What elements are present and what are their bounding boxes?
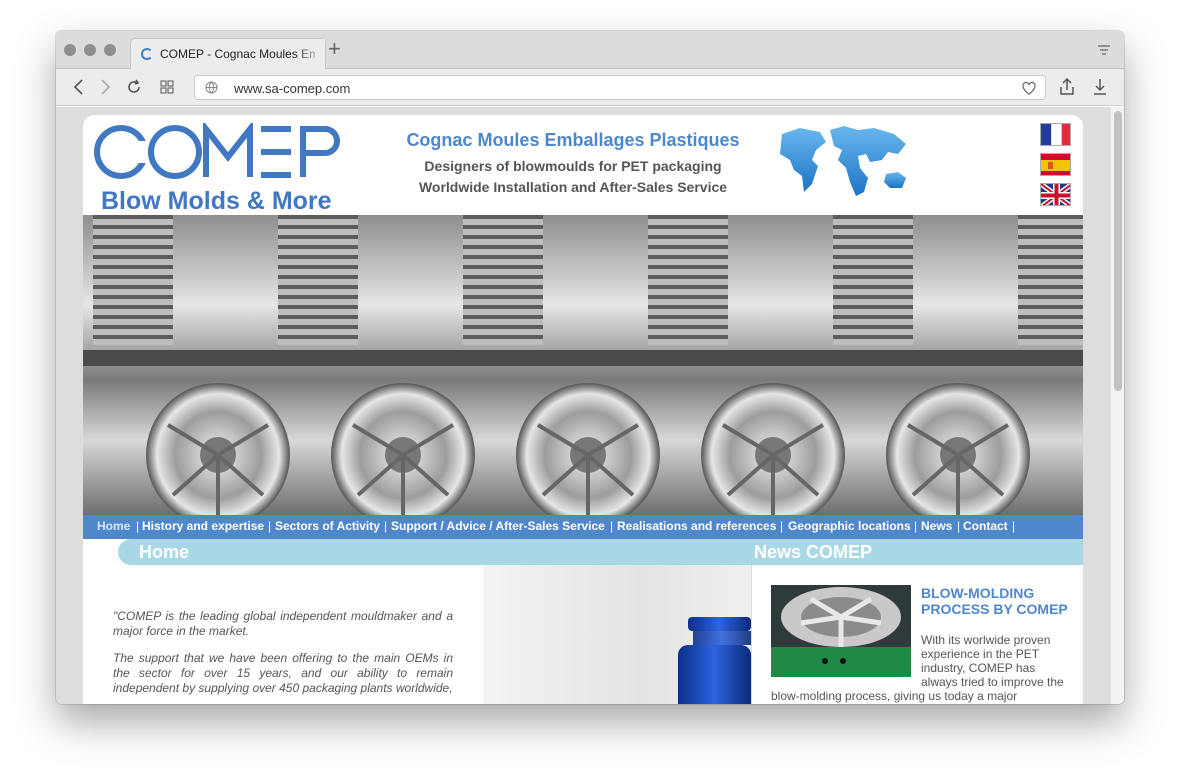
nav-sectors[interactable]: Sectors of Activity: [275, 519, 380, 533]
tab-grid-button[interactable]: [156, 76, 178, 98]
site-title: Cognac Moules Emballages Plastiques: [406, 130, 740, 150]
globe-icon: [205, 81, 218, 94]
news-panel: BLOW-MOLDING PROCESS BY COMEP With its w…: [751, 565, 1083, 704]
tab-title: COMEP - Cognac Moules Emballages Plastiq…: [160, 47, 315, 61]
comep-logo-mark: [94, 120, 340, 179]
comep-website: Blow Molds & More Cognac Moules Emballag…: [83, 115, 1083, 704]
nav-geographic[interactable]: Geographic locations: [788, 519, 911, 533]
tab-loading-icon: [141, 48, 153, 60]
world-map-image: [780, 126, 906, 196]
flag-uk-link[interactable]: [1040, 183, 1071, 206]
news-item-body-continued: blow-molding process, giving us today a …: [771, 689, 1018, 703]
url-text: www.sa-comep.com: [234, 81, 351, 96]
share-icon: [1060, 77, 1074, 95]
share-button[interactable]: [1056, 76, 1078, 98]
site-tagline-2: Worldwide Installation and After-Sales S…: [418, 179, 728, 195]
reload-button[interactable]: [123, 76, 145, 98]
flag-france-link[interactable]: [1040, 123, 1071, 146]
mould-photo: [771, 585, 911, 677]
bottles-photo: [483, 565, 751, 704]
home-section-title: Home: [139, 542, 190, 562]
nav-realisations[interactable]: Realisations and references: [617, 519, 776, 533]
news-item-title[interactable]: BLOW-MOLDING PROCESS BY COMEP: [921, 585, 1071, 617]
nav-home[interactable]: Home: [97, 519, 130, 533]
back-button[interactable]: [68, 76, 90, 98]
blue-bottle-image: [678, 617, 751, 704]
close-window-button[interactable]: [64, 44, 76, 56]
browser-toolbar: www.sa-comep.com: [56, 69, 1124, 106]
nav-contact[interactable]: Contact: [963, 519, 1008, 533]
page-scrollbar[interactable]: [1110, 107, 1124, 704]
news-section-title: News COMEP: [754, 542, 873, 562]
main-navigation: Home | History and expertise | Sectors o…: [83, 515, 1083, 539]
news-item-body: With its worlwide proven experience in t…: [921, 633, 1064, 689]
nav-support[interactable]: Support / Advice / After-Sales Service: [391, 519, 605, 533]
nav-history[interactable]: History and expertise: [142, 519, 264, 533]
forward-button[interactable]: [94, 76, 116, 98]
tab-overview-icon[interactable]: [1097, 43, 1111, 57]
browser-tab[interactable]: COMEP - Cognac Moules Emballages Plastiq…: [130, 38, 326, 69]
logo-subtitle: Blow Molds & More: [101, 187, 332, 215]
intro-paragraph-1: "COMEP is the leading global independent…: [113, 609, 453, 638]
home-intro: "COMEP is the leading global independent…: [83, 565, 483, 704]
site-tagline-1: Designers of blowmoulds for PET packagin…: [424, 158, 722, 174]
chevron-left-icon: [73, 79, 83, 95]
comep-logo[interactable]: Blow Molds & More: [91, 120, 351, 215]
section-header-bar: [118, 539, 1083, 565]
chevron-right-icon: [101, 79, 111, 95]
flag-spain-link[interactable]: [1040, 153, 1071, 176]
reload-icon: [128, 79, 140, 93]
flag-france-icon: [1041, 124, 1070, 145]
blowmould-banner-image: [83, 215, 1083, 515]
flag-spain-icon: [1041, 154, 1070, 175]
heart-icon[interactable]: [1021, 80, 1037, 96]
address-bar[interactable]: www.sa-comep.com: [194, 75, 1046, 100]
tab-bar: COMEP - Cognac Moules Emballages Plastiq…: [56, 31, 1124, 69]
blowmould-photo: [83, 215, 1083, 515]
new-tab-button[interactable]: +: [328, 36, 341, 62]
scrollbar-thumb[interactable]: [1114, 111, 1122, 391]
grid-icon: [160, 80, 174, 94]
news-thumbnail[interactable]: [771, 585, 911, 677]
download-icon: [1094, 79, 1106, 95]
zoom-window-button[interactable]: [104, 44, 116, 56]
minimize-window-button[interactable]: [84, 44, 96, 56]
flag-uk-icon: [1041, 184, 1070, 205]
page-viewport: Blow Molds & More Cognac Moules Emballag…: [56, 107, 1124, 704]
nav-news[interactable]: News: [921, 519, 952, 533]
download-button[interactable]: [1089, 76, 1111, 98]
browser-window: COMEP - Cognac Moules Emballages Plastiq…: [56, 31, 1124, 704]
intro-paragraph-2: The support that we have been offering t…: [113, 651, 453, 695]
site-header: Blow Molds & More Cognac Moules Emballag…: [83, 115, 1083, 215]
